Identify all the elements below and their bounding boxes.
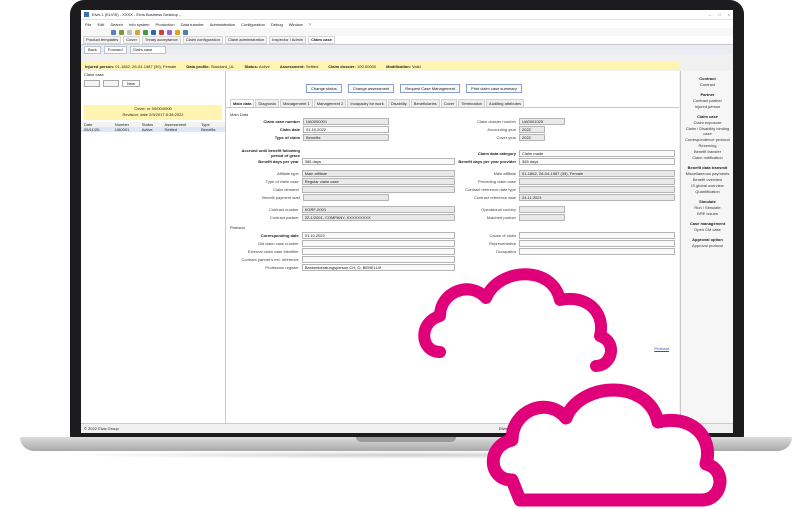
- cloud-back-icon: [418, 268, 617, 372]
- cloud-graphic: [418, 268, 727, 507]
- cloud-front-icon: [486, 383, 727, 507]
